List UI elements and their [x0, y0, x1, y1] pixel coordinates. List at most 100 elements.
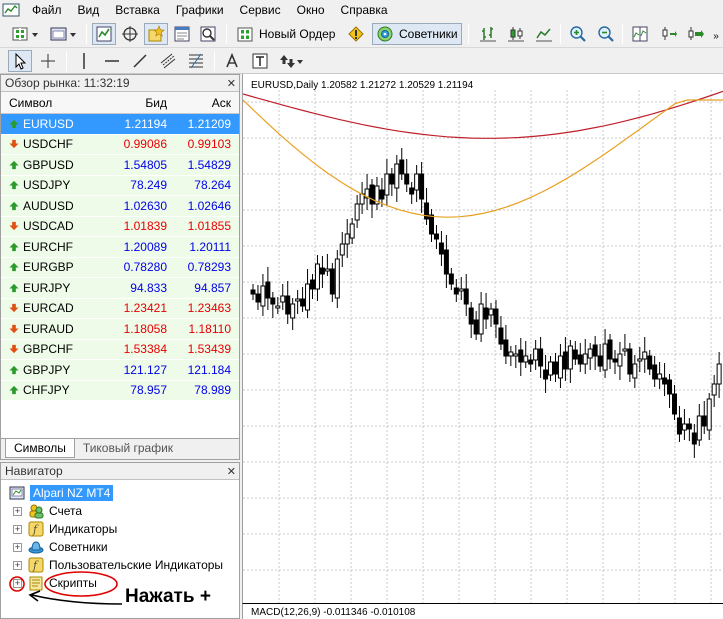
expand-plus-icon[interactable]: +	[13, 560, 22, 570]
meta-editor-button[interactable]	[344, 23, 368, 45]
strategy-tester-toggle[interactable]	[196, 23, 220, 45]
candlestick-chart-button[interactable]	[504, 23, 528, 45]
menu-charts[interactable]: Графики	[168, 0, 232, 20]
column-header-symbol[interactable]: Символ	[1, 96, 111, 110]
nav-item-experts[interactable]: + Советники	[13, 538, 108, 556]
experts-button[interactable]: Советники	[372, 23, 462, 45]
vertical-line-button[interactable]	[72, 50, 96, 72]
bar-chart-button[interactable]	[476, 23, 500, 45]
candle-bearish	[686, 423, 692, 430]
market-row[interactable]: CHFJPY 78.957 78.989	[1, 380, 239, 401]
arrows-button[interactable]	[276, 50, 306, 72]
chart-window[interactable]: EURUSD,Daily 1.20582 1.21272 1.20529 1.2…	[242, 74, 723, 603]
text-tool-button[interactable]	[220, 50, 244, 72]
new-chart-button[interactable]	[8, 23, 42, 45]
profiles-button[interactable]	[46, 23, 80, 45]
nav-item-indicators[interactable]: + f Индикаторы	[13, 520, 117, 538]
market-watch-toggle[interactable]	[92, 23, 116, 45]
arrow-down-icon	[9, 222, 19, 231]
expand-plus-icon[interactable]: +	[13, 542, 22, 552]
market-ask: 0.78293	[187, 260, 231, 275]
close-icon[interactable]: ✕	[227, 465, 236, 478]
menu-file[interactable]: Файл	[24, 0, 70, 20]
close-icon[interactable]: ✕	[227, 77, 236, 90]
candlestick-icon	[508, 27, 524, 42]
cursor-tool-button[interactable]	[8, 50, 32, 72]
menu-view[interactable]: Вид	[70, 0, 108, 20]
column-header-bid[interactable]: Бид	[111, 96, 169, 110]
chart-window-icon[interactable]	[2, 2, 20, 18]
menu-help[interactable]: Справка	[333, 0, 396, 20]
market-symbol-cell: EURCHF	[1, 240, 111, 254]
market-row[interactable]: EURAUD 1.18058 1.18110	[1, 319, 239, 340]
market-symbol-cell: USDCHF	[1, 137, 111, 151]
market-row[interactable]: AUDUSD 1.02630 1.02646	[1, 196, 239, 217]
market-row[interactable]: EURCAD 1.23421 1.23463	[1, 298, 239, 319]
text-label-button[interactable]	[248, 50, 272, 72]
market-ask: 1.53439	[187, 342, 231, 357]
macd-subwindow[interactable]: MACD(12,26,9) -0.011346 -0.010108	[242, 603, 723, 619]
market-row[interactable]: EURGBP 0.78280 0.78293	[1, 257, 239, 278]
market-symbol: EURGBP	[23, 260, 74, 275]
navigator-toggle[interactable]	[144, 23, 168, 45]
arrow-up-icon	[9, 160, 19, 169]
new-order-button[interactable]: Новый Ордер	[232, 23, 340, 45]
zoom-out-button[interactable]	[594, 23, 618, 45]
market-row[interactable]: USDCHF 0.99086 0.99103	[1, 134, 239, 155]
chart-shift-button[interactable]	[656, 23, 680, 45]
market-row[interactable]: EURJPY 94.833 94.857	[1, 278, 239, 299]
fibonacci-button[interactable]	[184, 50, 208, 72]
market-row[interactable]: GBPUSD 1.54805 1.54829	[1, 155, 239, 176]
candle-bearish	[369, 184, 375, 205]
zoom-in-button[interactable]	[566, 23, 590, 45]
column-header-ask[interactable]: Аск	[169, 96, 235, 110]
candle-bullish	[706, 398, 712, 431]
candle-bullish	[716, 363, 722, 385]
terminal-toggle[interactable]	[170, 23, 194, 45]
market-ask: 1.18110	[188, 321, 232, 336]
expand-plus-icon[interactable]: +	[13, 506, 22, 516]
nav-item-label: Индикаторы	[49, 522, 118, 536]
market-symbol-cell: EURAUD	[1, 322, 111, 336]
market-row[interactable]: EURUSD 1.21194 1.21209	[1, 114, 239, 135]
navigator-star-icon	[148, 25, 165, 42]
market-watch-tabs: Символы Тиковый график	[1, 438, 239, 459]
nav-item-custom-indicators[interactable]: + f Пользовательские Индикаторы	[13, 556, 223, 574]
tile-windows-button[interactable]	[628, 23, 652, 45]
crosshair-tool-button[interactable]	[36, 50, 60, 72]
market-row[interactable]: GBPCHF 1.53384 1.53439	[1, 339, 239, 360]
market-row[interactable]: USDJPY 78.249 78.264	[1, 175, 239, 196]
menu-window[interactable]: Окно	[289, 0, 333, 20]
nav-item-accounts[interactable]: + Счета	[13, 502, 82, 520]
auto-scroll-button[interactable]	[684, 23, 708, 45]
market-symbol: CHFJPY	[23, 383, 70, 398]
text-a-icon	[226, 52, 238, 68]
horizontal-line-button[interactable]	[100, 50, 124, 72]
market-ask: 121.184	[187, 362, 231, 377]
market-row[interactable]: USDCAD 1.01839 1.01855	[1, 216, 239, 237]
tab-symbols[interactable]: Символы	[5, 439, 75, 458]
market-ask: 1.01855	[187, 219, 231, 234]
equidistant-channel-button[interactable]	[156, 50, 180, 72]
market-ask: 94.857	[194, 280, 231, 295]
toolbar-overflow-icon[interactable]: »	[710, 25, 722, 47]
nav-item-scripts[interactable]: + Скрипты	[13, 574, 97, 592]
menu-insert[interactable]: Вставка	[107, 0, 168, 20]
market-row[interactable]: GBPJPY 121.127 121.184	[1, 360, 239, 381]
tab-tick-chart[interactable]: Тиковый график	[75, 439, 181, 458]
arrow-down-icon	[9, 345, 19, 354]
market-symbol-cell: EURJPY	[1, 281, 111, 295]
price-chart[interactable]	[242, 74, 723, 603]
market-row[interactable]: EURCHF 1.20089 1.20111	[1, 237, 239, 258]
candle-bullish	[637, 358, 643, 362]
line-chart-button[interactable]	[532, 23, 556, 45]
market-bid: 0.99086	[123, 137, 167, 152]
menu-tools[interactable]: Сервис	[232, 0, 289, 20]
candle-bearish	[255, 293, 261, 303]
nav-root[interactable]: Alpari NZ MT4	[9, 484, 114, 502]
data-window-toggle[interactable]	[118, 23, 142, 45]
expand-plus-icon[interactable]: +	[13, 578, 22, 588]
trendline-button[interactable]	[128, 50, 152, 72]
expand-plus-icon[interactable]: +	[13, 524, 22, 534]
candle-bearish	[419, 173, 425, 200]
